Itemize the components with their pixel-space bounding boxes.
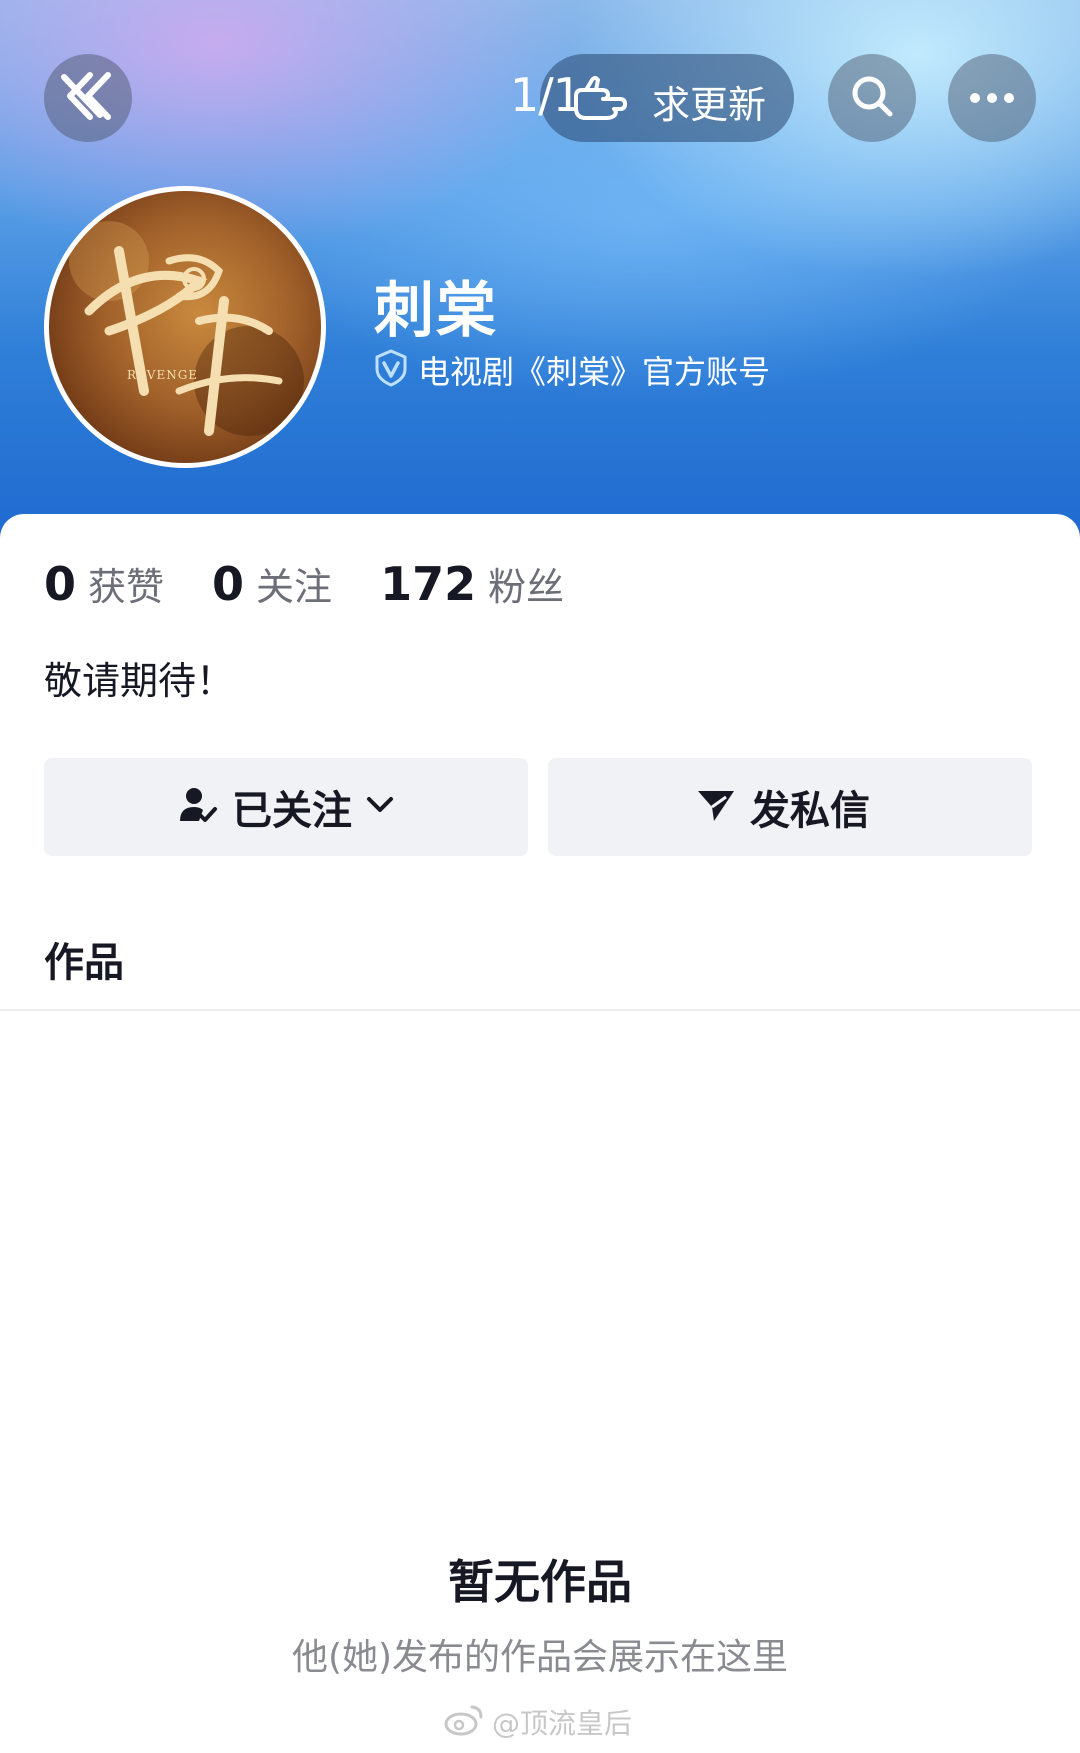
double-chevron-left-icon <box>60 71 116 125</box>
following-label: 已关注 <box>232 788 352 834</box>
stats-row: 0 获赞 0 关注 172 粉丝 <box>44 556 612 616</box>
svg-text:REVENGE: REVENGE <box>127 368 198 382</box>
avatar[interactable]: REVENGE <box>44 186 326 468</box>
send-arrow-icon <box>696 787 736 827</box>
verification-text: 电视剧《刺棠》官方账号 <box>418 353 771 391</box>
more-options-button[interactable] <box>948 54 1036 142</box>
back-button[interactable] <box>44 54 132 142</box>
stat-label: 粉丝 <box>488 565 565 609</box>
search-icon <box>849 73 895 123</box>
request-update-label: 求更新 <box>652 83 767 127</box>
search-button[interactable] <box>828 54 916 142</box>
profile-name: 刺棠 <box>374 276 498 346</box>
empty-state-title: 暂无作品 <box>448 1555 632 1609</box>
user-check-icon <box>178 785 218 829</box>
verification-row: 电视剧《刺棠》官方账号 <box>374 348 770 392</box>
stat-following[interactable]: 0 关注 <box>212 556 332 611</box>
empty-state-subtitle: 他(她)发布的作品会展示在这里 <box>291 1637 789 1678</box>
stat-value: 0 <box>44 557 77 611</box>
pointing-hand-icon <box>572 76 628 126</box>
stat-value: 0 <box>212 557 245 611</box>
tab-works[interactable]: 作品 <box>44 930 124 988</box>
stat-likes[interactable]: 0 获赞 <box>44 556 164 611</box>
stat-label: 获赞 <box>88 565 165 609</box>
more-dots-icon <box>969 89 1015 108</box>
weibo-logo-icon <box>444 1703 484 1741</box>
verified-badge-icon <box>374 349 408 391</box>
watermark-text: @顶流皇后 <box>492 1707 633 1740</box>
watermark: @顶流皇后 <box>444 1700 632 1744</box>
stat-label: 关注 <box>256 565 333 609</box>
send-message-label: 发私信 <box>750 788 870 834</box>
send-message-button[interactable]: 发私信 <box>548 758 1032 856</box>
stat-followers[interactable]: 172 粉丝 <box>380 556 564 611</box>
following-button[interactable]: 已关注 <box>44 758 528 856</box>
drama-logo-image: REVENGE <box>69 221 304 436</box>
page-counter: 1/1 <box>510 68 582 122</box>
profile-bio: 敬请期待！ <box>44 659 235 703</box>
tab-divider <box>0 1009 1080 1011</box>
stat-value: 172 <box>380 557 477 611</box>
chevron-down-icon <box>366 796 394 818</box>
